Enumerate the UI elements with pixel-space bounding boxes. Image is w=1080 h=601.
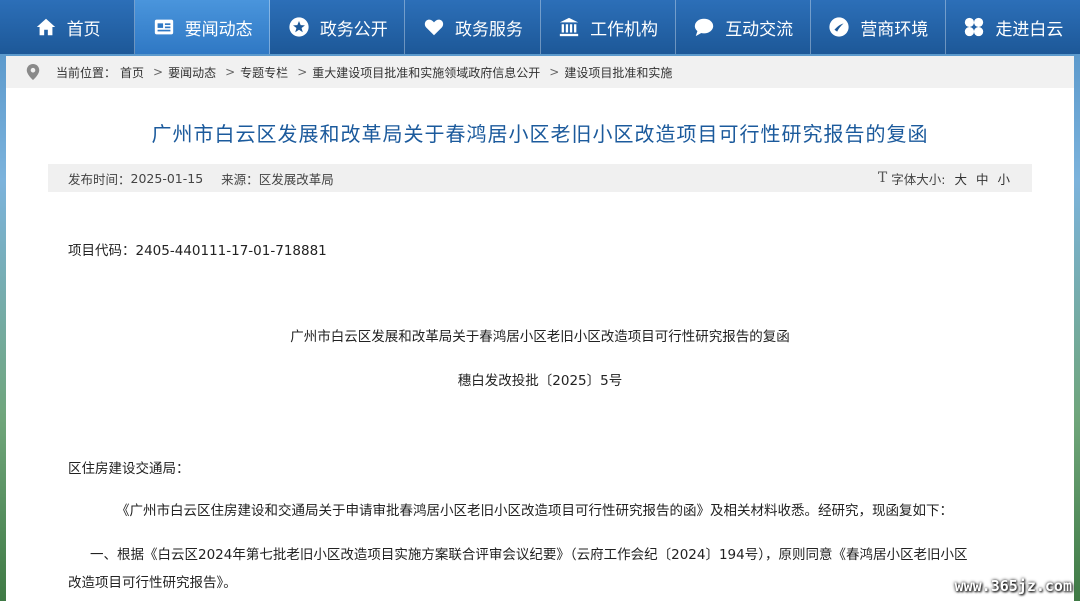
- nav-item-business[interactable]: 营商环境: [810, 0, 946, 54]
- home-icon: [34, 15, 58, 39]
- addressee: 区住房建设交通局：: [68, 461, 190, 477]
- chat-icon: [692, 15, 716, 39]
- paragraph-2-line-2: 改造项目可行性研究报告》。: [68, 575, 237, 591]
- breadcrumb-link-news[interactable]: 要闻动态: [168, 64, 216, 81]
- source-value: 区发展改革局: [258, 171, 334, 187]
- nav-item-interaction[interactable]: 互动交流: [675, 0, 811, 54]
- nav-label: 互动交流: [725, 19, 794, 40]
- article-meta-bar: 发布时间： 2025-01-15 来源： 区发展改革局 T 字体大小: 大 中 …: [48, 164, 1032, 192]
- nav-item-agencies[interactable]: 工作机构: [540, 0, 676, 54]
- font-size-icon: T: [877, 170, 888, 186]
- article-container: 广州市白云区发展和改革局关于春鸿居小区老旧小区改造项目可行性研究报告的复函 发布…: [6, 88, 1074, 601]
- location-pin-icon: [26, 64, 40, 80]
- breadcrumb-prefix: 当前位置：: [56, 65, 117, 80]
- breadcrumb-link-major-projects[interactable]: 重大建设项目批准和实施领域政府信息公开: [312, 64, 540, 81]
- breadcrumb-link-project-approval[interactable]: 建设项目批准和实施: [564, 64, 672, 81]
- nav-label: 政务公开: [319, 19, 388, 40]
- clover-icon: [962, 15, 986, 39]
- breadcrumb-link-home[interactable]: 首页: [120, 64, 144, 81]
- page-title: 广州市白云区发展和改革局关于春鸿居小区老旧小区改造项目可行性研究报告的复函: [151, 122, 929, 146]
- breadcrumb-separator: >: [297, 65, 308, 79]
- font-size-label: 字体大小:: [891, 171, 946, 187]
- nav-item-about-baiyun[interactable]: 走进白云: [945, 0, 1080, 54]
- building-icon: [557, 15, 581, 39]
- font-size-large-button[interactable]: 大: [954, 169, 967, 188]
- paragraph-2-line-1: 一、根据《白云区2024年第七批老旧小区改造项目实施方案联合评审会议纪要》（云府…: [90, 547, 968, 563]
- document-title: 广州市白云区发展和改革局关于春鸿居小区老旧小区改造项目可行性研究报告的复函: [290, 329, 790, 345]
- document-number: 穗白发改投批〔2025〕5号: [457, 373, 623, 389]
- breadcrumb-separator: >: [549, 65, 560, 79]
- breadcrumb-link-topics[interactable]: 专题专栏: [240, 64, 288, 81]
- source-label: 来源：: [221, 171, 259, 187]
- font-size-medium-button[interactable]: 中: [976, 169, 989, 188]
- news-icon: [152, 15, 176, 39]
- publish-label: 发布时间：: [68, 171, 131, 187]
- nav-label: 首页: [66, 19, 101, 40]
- main-navigation: 首页 要闻动态 政务公开 政务服务 工作机构 互动交流 营商环境 走进白云: [0, 0, 1080, 54]
- nav-label: 政务服务: [454, 19, 523, 40]
- nav-label: 营商环境: [860, 19, 929, 40]
- breadcrumb-separator: >: [153, 65, 164, 79]
- breadcrumb: 当前位置： 首页 > 要闻动态 > 专题专栏 > 重大建设项目批准和实施领域政府…: [6, 56, 1074, 88]
- paragraph-1: 《广州市白云区住房建设和交通局关于申请审批春鸿居小区老旧小区改造项目可行性研究报…: [116, 503, 953, 519]
- nav-item-home[interactable]: 首页: [0, 0, 136, 54]
- business-icon: [827, 15, 851, 39]
- nav-item-news[interactable]: 要闻动态: [135, 0, 271, 54]
- font-size-control: T 字体大小: 大 中 小: [878, 164, 1010, 192]
- publish-date: 2025-01-15: [130, 170, 204, 186]
- nav-label: 要闻动态: [184, 19, 253, 40]
- breadcrumb-separator: >: [225, 65, 236, 79]
- nav-item-gov-affairs[interactable]: 政务公开: [270, 0, 406, 54]
- heart-icon: [422, 15, 446, 39]
- star-icon: [287, 15, 311, 39]
- paragraph-2: 一、根据《白云区2024年第七批老旧小区改造项目实施方案联合评审会议纪要》（云府…: [68, 541, 1050, 597]
- watermark: www.365jz.com: [954, 577, 1072, 595]
- nav-label: 工作机构: [590, 19, 659, 40]
- nav-label: 走进白云: [995, 19, 1064, 40]
- font-size-small-button[interactable]: 小: [997, 169, 1010, 188]
- project-code: 项目代码：2405-440111-17-01-718881: [68, 243, 327, 259]
- nav-item-gov-services[interactable]: 政务服务: [405, 0, 541, 54]
